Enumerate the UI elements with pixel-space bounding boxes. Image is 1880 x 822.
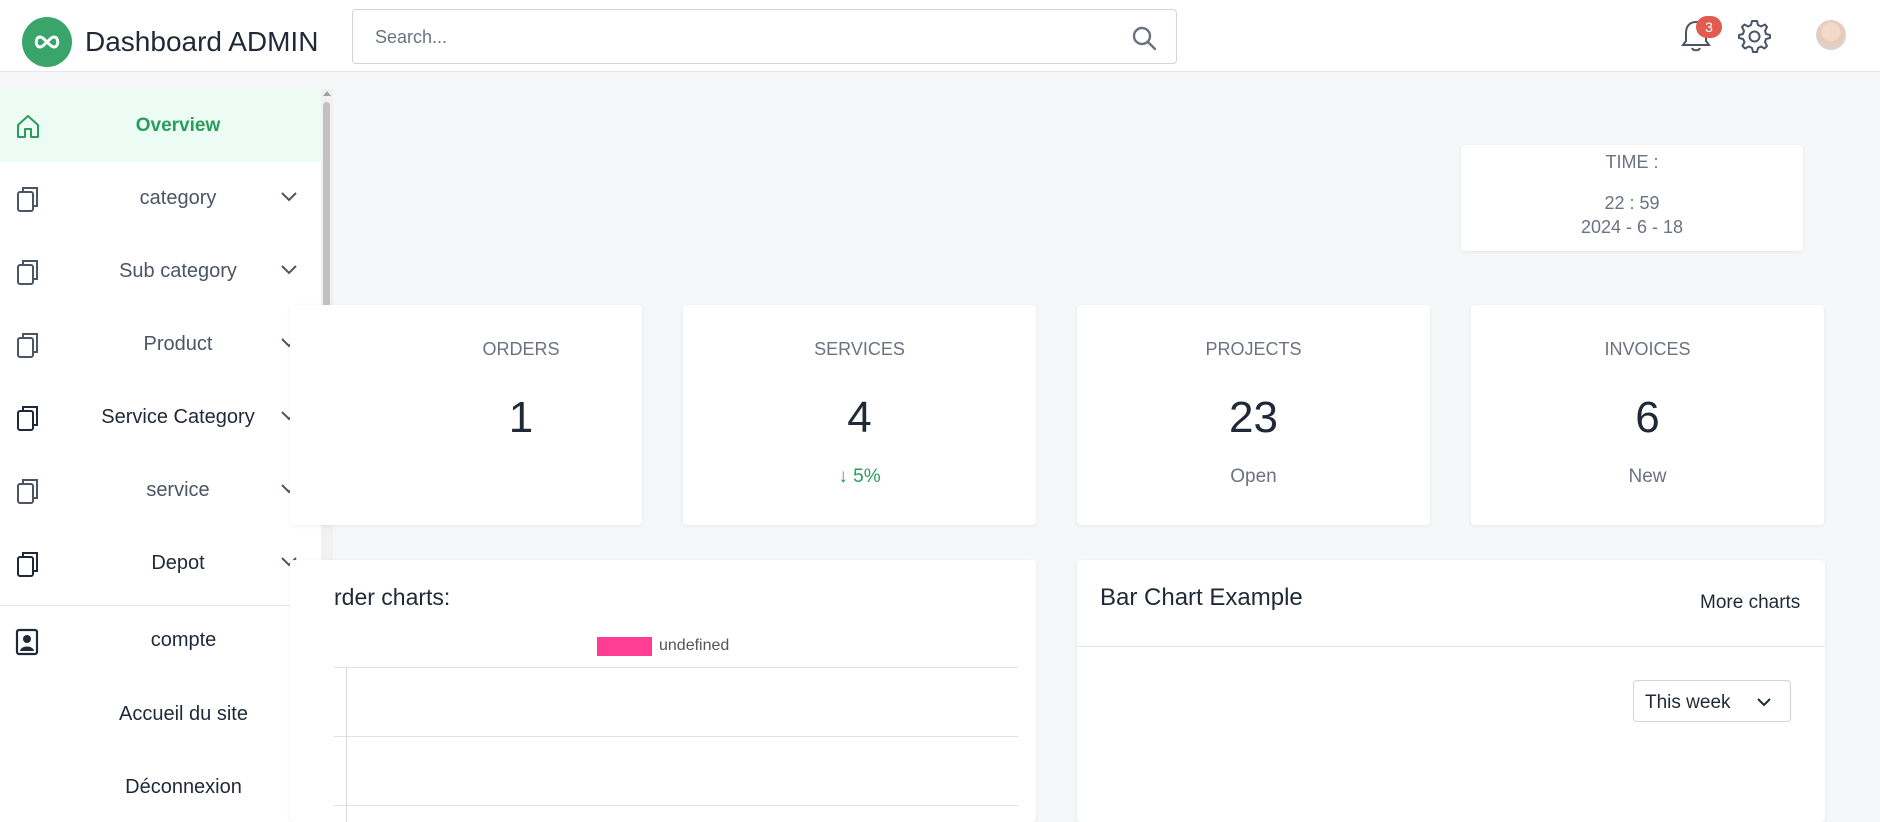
sidebar-item-compte[interactable]: compte [0,611,333,671]
stat-card-invoices: INVOICES 6 New [1471,305,1824,525]
brand-name: Dashboard ADMIN [85,26,319,57]
bar-chart-title: Bar Chart Example [1100,584,1303,611]
sidebar-item-deconnexion[interactable]: Déconnexion [0,758,333,818]
sidebar-nav: Overview category Sub category Product S… [0,89,321,605]
period-select-value: This week [1645,692,1731,713]
sidebar-item-accueil[interactable]: Accueil du site [0,685,333,745]
sidebar-item-product[interactable]: Product [0,308,321,381]
sidebar-item-label: Overview [135,114,221,136]
stat-value: 6 [1635,393,1660,442]
stat-card-orders: ORDERS 1 [290,305,642,525]
time-clock: 22 : 59 [1604,193,1660,213]
sidebar-item-service-category[interactable]: Service Category [0,381,321,454]
sidebar-divider [0,605,333,606]
stat-title: INVOICES [1604,339,1691,359]
infinity-logo-icon [22,17,72,67]
sidebar-item-label: category [139,187,217,209]
stat-title: ORDERS [482,339,560,359]
brand[interactable]: Dashboard ADMIN [22,17,318,67]
chart-grid-line [334,805,1018,806]
notification-badge: 3 [1696,16,1722,38]
legend-swatch[interactable] [597,637,652,656]
top-bar: Dashboard ADMIN 3 [0,0,1880,72]
sidebar-item-label: Sub category [119,260,237,282]
scroll-up-arrow-icon[interactable] [323,91,331,96]
chevron-down-icon [1757,698,1771,707]
sidebar-item-service[interactable]: service [0,454,321,527]
stat-title: SERVICES [814,339,905,359]
order-chart-title: rder charts: [334,584,451,610]
stat-sub: New [1628,466,1667,487]
stat-value: 23 [1229,393,1278,442]
sidebar-item-sub-category[interactable]: Sub category [0,235,321,308]
chart-grid-line [334,667,1018,668]
sidebar-item-category[interactable]: category [0,162,321,235]
period-select[interactable]: This week [1633,680,1791,722]
sidebar: Overview category Sub category Product S… [0,89,333,822]
chart-y-axis [346,668,347,822]
user-avatar[interactable] [1816,20,1846,50]
time-card-title: TIME : [1605,152,1659,172]
stat-card-projects: PROJECTS 23 Open [1077,305,1430,525]
search-bar [352,9,1177,64]
sidebar-item-overview[interactable]: Overview [0,89,321,162]
panel-divider [1077,646,1825,647]
search-icon[interactable] [1130,24,1158,52]
stat-sub: Open [1230,466,1277,487]
stat-title: PROJECTS [1205,339,1302,359]
time-card: TIME : 22 : 59 2024 - 6 - 18 [1461,145,1803,251]
stat-trend: ↓ 5% [838,466,881,487]
sidebar-item-depot[interactable]: Depot [0,527,321,600]
stat-value: 1 [508,393,534,442]
chart-grid-line [334,736,1018,737]
stat-value: 4 [847,393,872,442]
stat-card-services: SERVICES 4 ↓ 5% [683,305,1036,525]
gear-icon[interactable] [1736,18,1772,54]
chevron-down-icon[interactable] [280,190,298,204]
search-input[interactable] [375,24,1075,50]
time-date: 2024 - 6 - 18 [1580,217,1684,237]
legend-label: undefined [659,637,730,654]
more-charts-link[interactable]: More charts [1700,592,1800,614]
chevron-down-icon[interactable] [280,263,298,277]
